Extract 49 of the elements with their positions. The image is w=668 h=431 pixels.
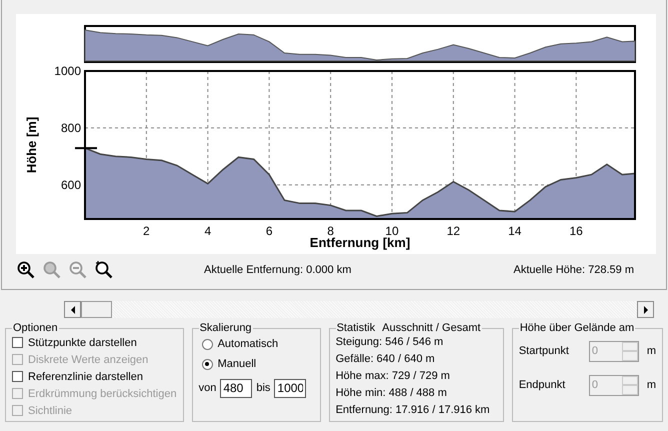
checkbox-label[interactable]: Referenzlinie darstellen: [28, 370, 143, 382]
checkbox[interactable]: [12, 337, 23, 348]
x-tick-label: 16: [570, 224, 583, 238]
x-tick-label: 8: [327, 224, 334, 238]
group-title: Höhe über Gelände am: [518, 322, 636, 334]
x-tick-label: 6: [266, 224, 273, 238]
x-tick-label: 2: [143, 224, 150, 238]
scroll-left-button[interactable]: [64, 301, 81, 318]
statistic-line: Höhe max: 729 / 729 m: [336, 369, 451, 384]
left-arrow-icon: [70, 306, 76, 314]
x-axis-title: Entfernung [km]: [310, 235, 410, 250]
field-label: Startpunkt: [518, 345, 570, 357]
x-tick-label: 14: [508, 224, 522, 238]
unit-label: m: [646, 379, 656, 391]
scroll-thumb[interactable]: [81, 301, 112, 318]
group-title: Skalierung: [198, 322, 253, 334]
x-tick-label: 12: [446, 224, 460, 238]
from-label: von: [198, 382, 216, 394]
y-tick-label: 1000: [54, 64, 81, 78]
zoom-reset-icon[interactable]: [94, 260, 114, 280]
statistic-line: Steigung: 546 / 546 m: [336, 335, 444, 350]
from-field[interactable]: 480: [220, 378, 252, 398]
horizontal-scrollbar[interactable]: [64, 301, 654, 318]
group-title: Statistik Ausschnitt / Gesamt: [336, 322, 482, 334]
to-label: bis: [256, 382, 270, 394]
x-tick-label: 4: [204, 224, 212, 238]
x-tick-label: 10: [385, 224, 399, 238]
group-title: Optionen: [12, 322, 59, 334]
radio-button[interactable]: [202, 338, 213, 350]
checkbox[interactable]: [12, 371, 23, 382]
checkbox-label[interactable]: Stützpunkte darstellen: [28, 336, 137, 348]
y-tick-label: 600: [60, 178, 81, 192]
radio-label[interactable]: Automatisch: [218, 338, 278, 350]
zoom-in-icon[interactable]: [16, 260, 36, 280]
radio-button[interactable]: [202, 358, 213, 370]
scroll-right-button[interactable]: [637, 301, 654, 318]
statistic-line: Höhe min: 488 / 488 m: [336, 386, 448, 401]
current-distance: Aktuelle Entfernung: 0.000 km: [204, 264, 352, 276]
start-marker: [75, 147, 97, 150]
to-field[interactable]: 1000: [274, 378, 306, 398]
right-arrow-icon: [642, 306, 648, 314]
y-tick-label: 800: [60, 120, 81, 135]
statistic-line: Gefälle: 640 / 640 m: [336, 352, 436, 367]
field-label: Endpunkt: [518, 379, 566, 391]
statistic-line: Entfernung: 17.916 / 17.916 km: [336, 403, 491, 418]
unit-label: m: [646, 345, 656, 357]
current-height: Aktuelle Höhe: 728.59 m: [514, 264, 634, 276]
y-axis-title: Höhe [m]: [24, 116, 39, 174]
radio-label[interactable]: Manuell: [218, 358, 256, 370]
